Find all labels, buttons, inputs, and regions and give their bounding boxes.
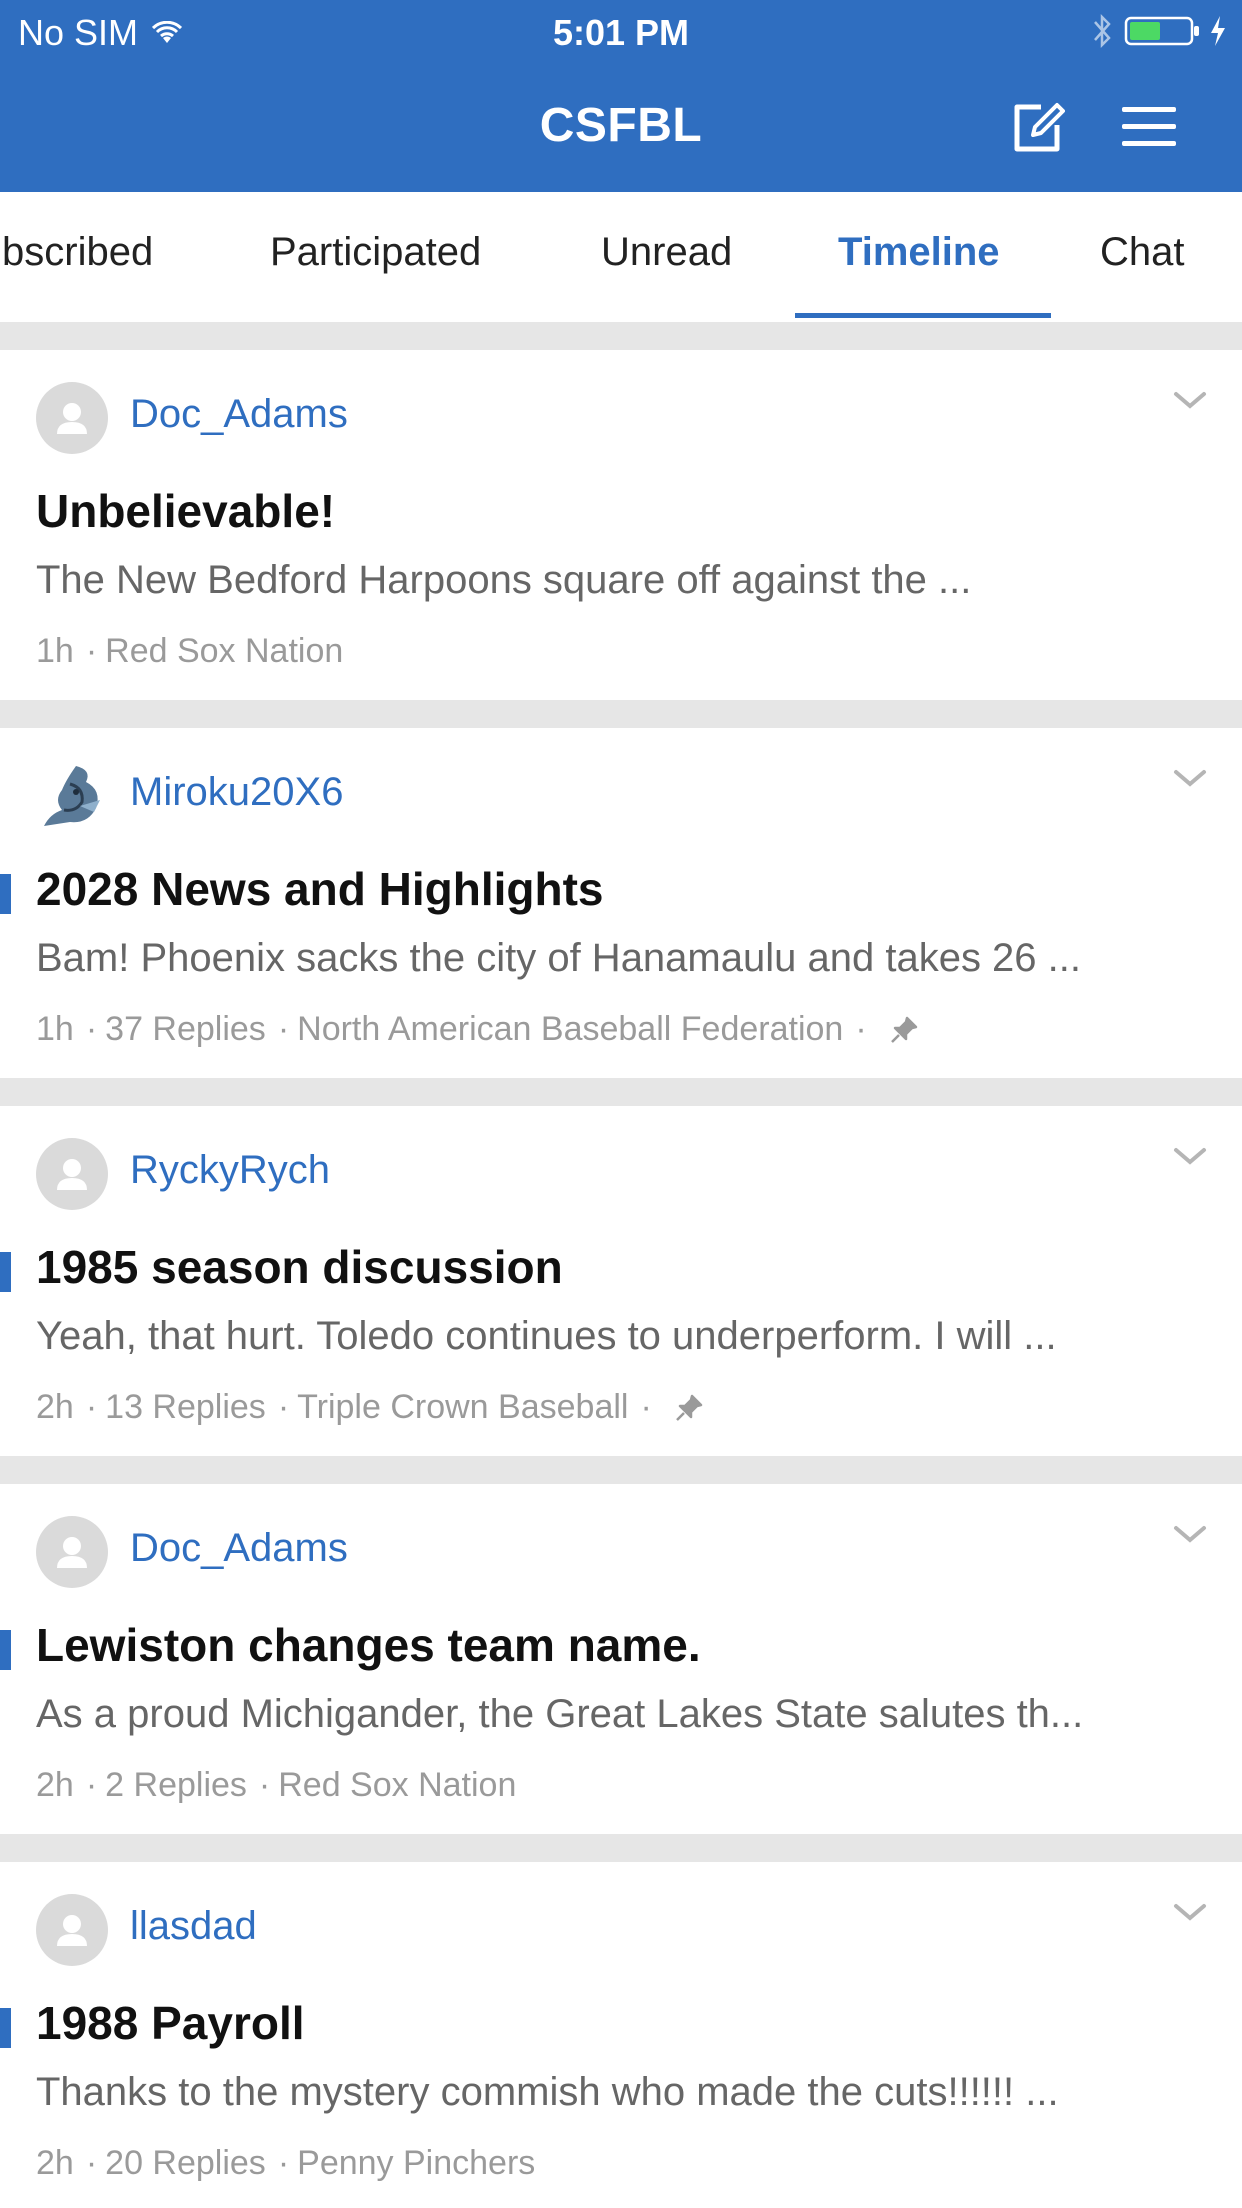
topic-card[interactable]: Miroku20X6 2028 News and Highlights Bam!… xyxy=(0,728,1242,1078)
post-title[interactable]: Lewiston changes team name. xyxy=(36,1618,701,1672)
post-meta: 1h · 37 Replies · North American Basebal… xyxy=(36,1010,919,1049)
default-avatar-icon[interactable] xyxy=(36,1138,108,1210)
unread-marker xyxy=(0,2008,11,2048)
chevron-down-icon[interactable] xyxy=(1170,1520,1210,1548)
post-replies: 2 Replies xyxy=(105,1766,247,1804)
post-replies: 20 Replies xyxy=(105,2144,266,2182)
topic-card[interactable]: Doc_Adams Lewiston changes team name. As… xyxy=(0,1484,1242,1834)
chevron-down-icon[interactable] xyxy=(1170,764,1210,792)
unread-marker xyxy=(0,1630,11,1670)
post-time: 1h xyxy=(36,632,74,670)
post-preview: Yeah, that hurt. Toledo continues to und… xyxy=(36,1314,1057,1358)
post-preview: The New Bedford Harpoons square off agai… xyxy=(36,558,972,602)
status-bar: No SIM 5:01 PM xyxy=(0,0,1242,64)
post-meta: 1h · Red Sox Nation xyxy=(36,632,344,671)
post-author[interactable]: llasdad xyxy=(130,1904,257,1949)
status-right xyxy=(1092,12,1228,50)
chevron-down-icon[interactable] xyxy=(1170,1898,1210,1926)
post-meta: 2h · 2 Replies · Red Sox Nation xyxy=(36,1766,517,1805)
post-forum[interactable]: Red Sox Nation xyxy=(105,632,343,671)
post-time: 2h xyxy=(36,1388,74,1426)
charging-bolt-icon xyxy=(1211,16,1225,46)
active-tab-indicator xyxy=(795,313,1051,318)
tab-timeline[interactable]: Timeline xyxy=(838,230,1000,275)
post-preview: Thanks to the mystery commish who made t… xyxy=(36,2070,1059,2114)
tab-unread[interactable]: Unread xyxy=(601,230,732,275)
post-time: 2h xyxy=(36,2144,74,2182)
pin-icon xyxy=(675,1394,703,1421)
chevron-down-icon[interactable] xyxy=(1170,386,1210,414)
default-avatar-icon[interactable] xyxy=(36,1516,108,1588)
post-time: 2h xyxy=(36,1766,74,1804)
battery-icon xyxy=(1124,16,1199,46)
post-forum[interactable]: North American Baseball Federation xyxy=(297,1010,843,1049)
post-title[interactable]: 1985 season discussion xyxy=(36,1240,563,1294)
post-preview: Bam! Phoenix sacks the city of Hanamaulu… xyxy=(36,936,1081,980)
post-replies: 13 Replies xyxy=(105,1388,266,1426)
post-title[interactable]: 2028 News and Highlights xyxy=(36,862,603,916)
tab-participated[interactable]: Participated xyxy=(270,230,481,275)
post-author[interactable]: Doc_Adams xyxy=(130,1526,348,1571)
default-avatar-icon[interactable] xyxy=(36,382,108,454)
post-author[interactable]: RyckyRych xyxy=(130,1148,330,1193)
post-meta: 2h · 20 Replies · Penny Pinchers xyxy=(36,2144,536,2183)
post-replies: 37 Replies xyxy=(105,1010,266,1048)
pin-icon xyxy=(890,1016,917,1043)
status-time: 5:01 PM xyxy=(552,12,690,53)
menu-button[interactable] xyxy=(1118,96,1180,158)
topic-card[interactable]: RyckyRych 1985 season discussion Yeah, t… xyxy=(0,1106,1242,1456)
bluetooth-icon xyxy=(1094,13,1111,49)
custom-avatar-icon[interactable] xyxy=(36,760,108,832)
post-forum[interactable]: Triple Crown Baseball xyxy=(297,1388,628,1427)
unread-marker xyxy=(0,874,11,914)
app-header: No SIM 5:01 PM CSFBL xyxy=(0,0,1242,192)
post-author[interactable]: Miroku20X6 xyxy=(130,770,343,815)
post-time: 1h xyxy=(36,1010,74,1048)
post-author[interactable]: Doc_Adams xyxy=(130,392,348,437)
post-title[interactable]: 1988 Payroll xyxy=(36,1996,305,2050)
post-preview: As a proud Michigander, the Great Lakes … xyxy=(36,1692,1084,1736)
post-forum[interactable]: Red Sox Nation xyxy=(278,1766,516,1805)
post-meta: 2h · 13 Replies · Triple Crown Baseball … xyxy=(36,1388,704,1427)
tab-chat[interactable]: Chat xyxy=(1100,230,1185,275)
topic-card[interactable]: llasdad 1988 Payroll Thanks to the myste… xyxy=(0,1862,1242,2208)
hamburger-menu-icon xyxy=(1122,107,1176,146)
unread-marker xyxy=(0,1252,11,1292)
tab-subscribed[interactable]: bscribed xyxy=(2,230,153,275)
compose-button[interactable] xyxy=(1006,96,1068,158)
compose-icon xyxy=(1014,103,1065,152)
topic-card[interactable]: Doc_Adams Unbelievable! The New Bedford … xyxy=(0,350,1242,700)
post-forum[interactable]: Penny Pinchers xyxy=(297,2144,535,2183)
tab-bar: bscribed Participated Unread Timeline Ch… xyxy=(0,192,1242,322)
default-avatar-icon[interactable] xyxy=(36,1894,108,1966)
post-title[interactable]: Unbelievable! xyxy=(36,484,335,538)
chevron-down-icon[interactable] xyxy=(1170,1142,1210,1170)
